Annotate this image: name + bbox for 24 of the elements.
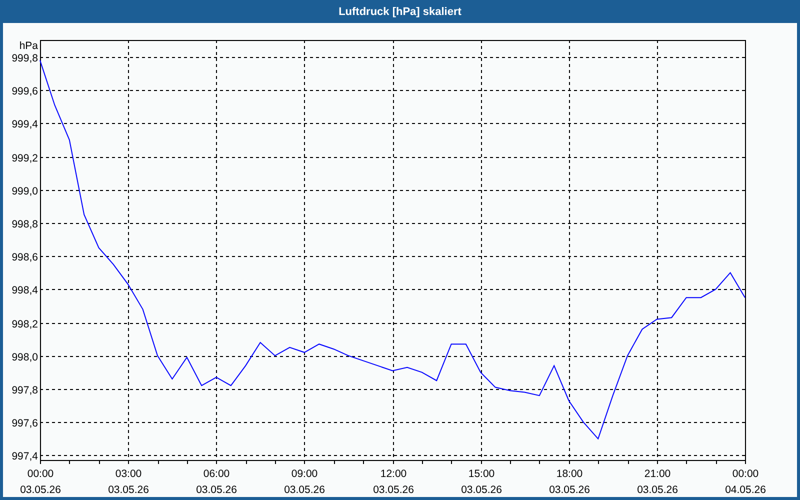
y-tick-label: 997,4 — [12, 450, 38, 462]
y-tick-label: 997,8 — [12, 384, 38, 396]
x-tick-label: 15:00 03.05.26 — [461, 468, 502, 496]
y-axis-unit: hPa — [19, 40, 38, 52]
x-tick-label: 09:00 03.05.26 — [284, 468, 325, 496]
y-tick-label: 999,0 — [12, 186, 38, 198]
x-tick-label: 06:00 03.05.26 — [196, 468, 237, 496]
x-tick-label: 21:00 03.05.26 — [637, 468, 678, 496]
y-tick-label: 998,6 — [12, 252, 38, 264]
x-tick-label: 00:00 03.05.26 — [20, 468, 61, 496]
y-tick-label: 997,6 — [12, 418, 38, 430]
y-tick-label: 998,4 — [12, 284, 38, 296]
y-tick-label: 998,2 — [12, 318, 38, 330]
x-tick-label: 03:00 03.05.26 — [108, 468, 149, 496]
x-tick-label: 12:00 03.05.26 — [373, 468, 414, 496]
y-tick-label: 999,2 — [12, 152, 38, 164]
window-title: Luftdruck [hPa] skaliert — [338, 6, 462, 18]
x-tick-label: 00:00 04.05.26 — [725, 468, 766, 496]
y-tick-label: 999,4 — [12, 118, 38, 130]
y-tick-label: 999,8 — [12, 52, 38, 64]
y-tick-label: 998,8 — [12, 218, 38, 230]
x-tick-label: 18:00 03.05.26 — [549, 468, 590, 496]
y-tick-label: 998,0 — [12, 352, 38, 364]
y-tick-label: 999,6 — [12, 86, 38, 98]
